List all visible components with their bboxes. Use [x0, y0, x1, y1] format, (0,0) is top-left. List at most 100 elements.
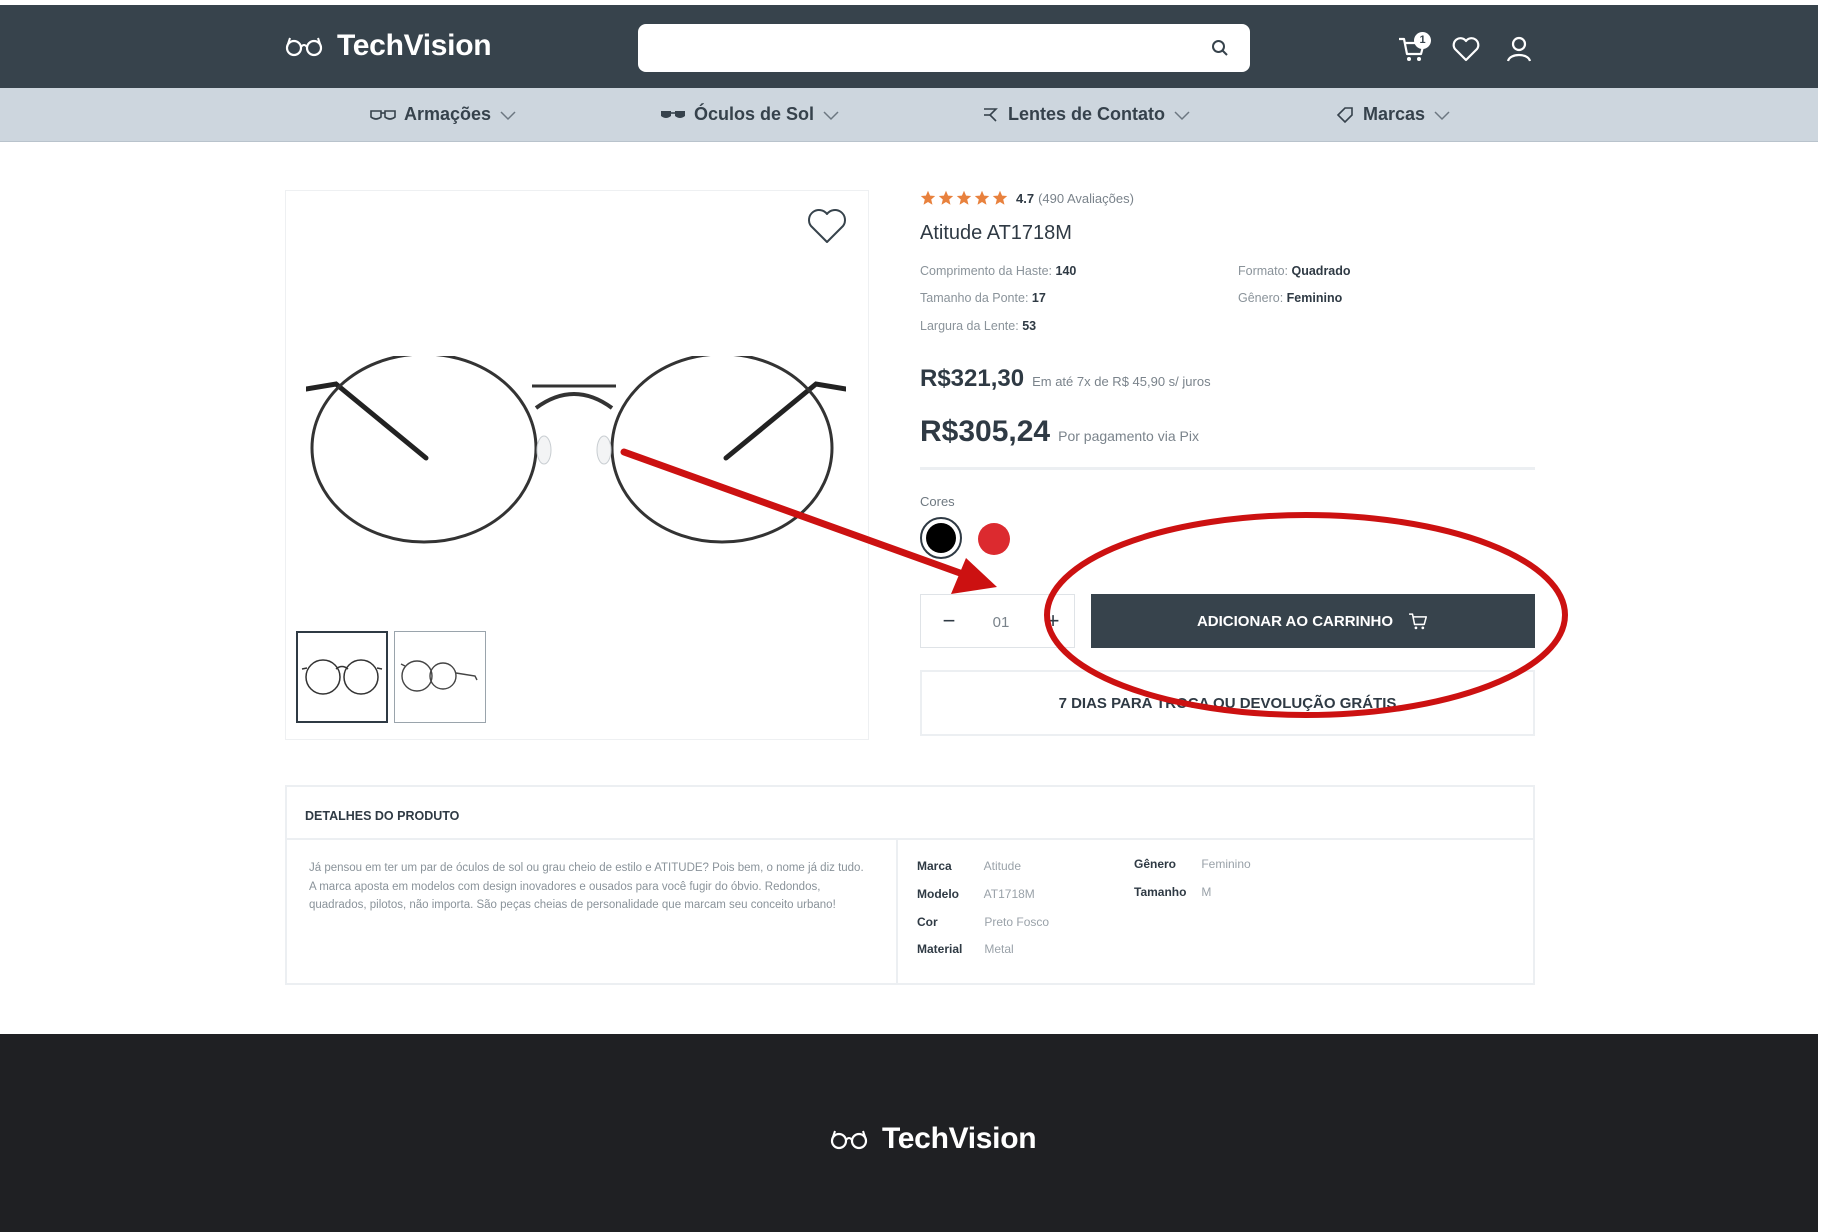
quantity-decrease-button[interactable]: − — [935, 607, 963, 635]
thumbnail-image — [400, 660, 478, 692]
spec-label: Comprimento da Haste: — [920, 264, 1053, 278]
category-nav: Armações Óculos de Sol Lentes de Contato… — [0, 88, 1818, 142]
attribute-key: Cor — [917, 915, 938, 929]
heart-icon[interactable] — [806, 206, 848, 246]
footer: TechVision — [0, 1034, 1818, 1232]
chevron-down-icon — [1174, 110, 1190, 120]
rating-stars — [920, 190, 1008, 206]
star-icon — [956, 190, 972, 205]
rating-score: 4.7 — [1016, 190, 1035, 206]
cart-count-badge: 1 — [1414, 32, 1431, 49]
heart-icon[interactable] — [1450, 33, 1482, 65]
search-bar — [638, 24, 1250, 72]
product-main-image — [306, 356, 846, 544]
nav-label: Óculos de Sol — [694, 104, 815, 124]
attribute-model: Modelo AT1718M — [917, 887, 1035, 901]
nav-label: Marcas — [1363, 104, 1426, 124]
nav-label: Lentes de Contato — [1008, 104, 1166, 124]
spec-label: Formato: — [1238, 264, 1289, 278]
nav-item-lentes-de-contato[interactable]: Lentes de Contato — [980, 104, 1191, 125]
spec-temple-length: Comprimento da Haste: 140 — [920, 264, 1076, 278]
nav-item-oculos-de-sol[interactable]: Óculos de Sol — [660, 104, 840, 125]
spec-gender: Gênero: Feminino — [1238, 291, 1342, 305]
price-installments: R$321,30 Em até 7x de R$ 45,90 s/ juros — [920, 365, 1211, 393]
free-returns-banner: 7 DIAS PARA TROCA OU DEVOLUÇÃO GRÁTIS — [920, 670, 1535, 736]
top-header: TechVision 1 — [0, 5, 1818, 88]
thumbnail-front[interactable] — [296, 631, 388, 723]
brand-logo[interactable]: TechVision — [285, 29, 492, 63]
attribute-value: AT1718M — [983, 887, 1035, 901]
attribute-gender: Gênero Feminino — [1134, 857, 1251, 871]
quantity-increase-button[interactable]: + — [1039, 607, 1067, 635]
spec-value: Feminino — [1286, 291, 1343, 305]
attribute-value: Preto Fosco — [984, 915, 1050, 929]
attribute-value: Feminino — [1201, 857, 1251, 871]
spec-value: 140 — [1055, 264, 1077, 278]
attribute-value: M — [1201, 885, 1212, 899]
nav-item-armacoes[interactable]: Armações — [370, 104, 517, 125]
spec-lens-width: Largura da Lente: 53 — [920, 319, 1036, 333]
thumbnail-side[interactable] — [394, 631, 486, 723]
installments-note: Em até 7x de R$ 45,90 s/ juros — [1032, 374, 1211, 389]
nav-label: Armações — [404, 104, 492, 124]
glasses-icon — [830, 1130, 868, 1150]
product-gallery — [285, 190, 869, 740]
attribute-key: Marca — [917, 859, 952, 873]
divider — [896, 840, 898, 985]
attribute-key: Material — [917, 942, 963, 956]
add-to-cart-label: ADICIONAR AO CARRINHO — [1196, 612, 1394, 630]
product-info: 4.7 (490 Avaliações) Atitude AT1718M Com… — [920, 190, 1535, 740]
attribute-color: Cor Preto Fosco — [917, 915, 1049, 929]
chevron-down-icon — [823, 110, 839, 120]
pix-price-value: R$305,24 — [920, 415, 1051, 448]
attribute-key: Gênero — [1134, 857, 1177, 871]
sunglasses-icon — [661, 110, 685, 118]
spec-value: 53 — [1022, 319, 1037, 333]
add-to-cart-button[interactable]: ADICIONAR AO CARRINHO — [1091, 594, 1535, 648]
thumbnail-image — [301, 659, 383, 695]
footer-brand-logo[interactable]: TechVision — [830, 1122, 1037, 1156]
frames-icon — [370, 109, 396, 120]
chevron-down-icon — [1434, 110, 1450, 120]
user-icon[interactable] — [1503, 33, 1535, 65]
spec-value: Quadrado — [1291, 264, 1351, 278]
product-details: DETALHES DO PRODUTO Já pensou em ter um … — [285, 785, 1535, 985]
attribute-material: Material Metal — [917, 942, 1014, 956]
contact-lens-icon — [984, 107, 998, 122]
quantity-input[interactable] — [981, 609, 1021, 635]
search-input[interactable] — [652, 32, 1192, 64]
spec-label: Largura da Lente: — [920, 319, 1019, 333]
attribute-key: Modelo — [917, 887, 959, 901]
attribute-value: Metal — [984, 942, 1014, 956]
color-swatch-black[interactable] — [920, 517, 962, 559]
spec-value: 17 — [1031, 291, 1046, 305]
product-rating[interactable]: 4.7 (490 Avaliações) — [920, 190, 1134, 206]
spec-label: Gênero: — [1238, 291, 1284, 305]
spec-bridge-size: Tamanho da Ponte: 17 — [920, 291, 1046, 305]
glasses-icon — [285, 37, 323, 57]
nav-item-marcas[interactable]: Marcas — [1335, 104, 1451, 125]
spec-shape: Formato: Quadrado — [1238, 264, 1351, 278]
pix-note: Por pagamento via Pix — [1058, 428, 1199, 444]
divider — [920, 467, 1535, 470]
search-icon[interactable] — [1210, 38, 1230, 58]
star-icon — [920, 190, 936, 205]
price-value: R$321,30 — [920, 365, 1025, 392]
star-icon — [992, 190, 1008, 205]
color-swatch-red[interactable] — [978, 523, 1010, 555]
star-icon — [974, 190, 990, 205]
chevron-down-icon — [500, 110, 516, 120]
star-icon — [938, 190, 954, 205]
details-title: DETALHES DO PRODUTO — [305, 809, 460, 823]
brand-name: TechVision — [337, 29, 492, 62]
details-header: DETALHES DO PRODUTO — [287, 787, 1533, 840]
attribute-size: Tamanho M — [1134, 885, 1211, 899]
attribute-key: Tamanho — [1134, 885, 1187, 899]
footer-brand-name: TechVision — [882, 1122, 1037, 1155]
product-description: Já pensou em ter um par de óculos de sol… — [309, 862, 864, 911]
price-pix: R$305,24 Por pagamento via Pix — [920, 415, 1199, 449]
tag-icon — [1336, 106, 1353, 123]
cart-icon — [1409, 613, 1428, 630]
quantity-stepper: − + — [920, 594, 1075, 648]
attribute-value: Atitude — [983, 859, 1022, 873]
